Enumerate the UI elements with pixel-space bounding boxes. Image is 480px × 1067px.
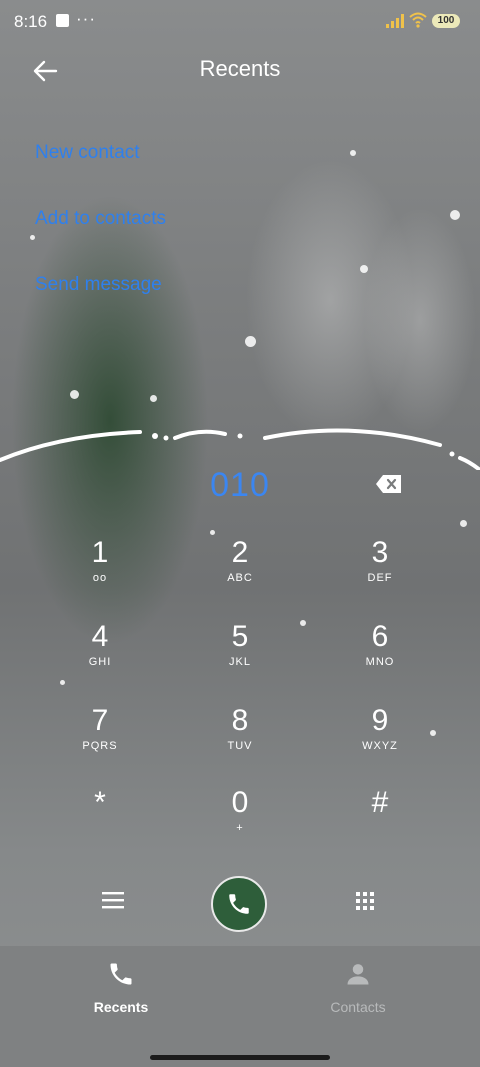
key-0[interactable]: 0 +	[185, 786, 295, 856]
key-9[interactable]: 9 WXYZ	[325, 704, 435, 774]
key-star[interactable]: *	[45, 786, 155, 856]
dialpad-toggle-icon[interactable]	[354, 890, 376, 912]
call-button[interactable]	[211, 876, 267, 932]
person-icon	[347, 964, 369, 985]
key-3[interactable]: 3 DEF	[325, 536, 435, 606]
key-6[interactable]: 6 MNO	[325, 620, 435, 690]
status-bar: 8:16 ··· 100	[0, 0, 480, 44]
notification-icon	[56, 14, 69, 27]
wifi-icon	[409, 12, 427, 28]
bottom-nav: Recents Contacts	[0, 946, 480, 1067]
status-time: 8:16	[14, 12, 48, 31]
key-7[interactable]: 7 PQRS	[45, 704, 155, 774]
tab-recents[interactable]: Recents	[61, 960, 181, 1015]
battery-indicator: 100	[432, 14, 460, 28]
phone-icon	[110, 963, 132, 985]
page-title: Recents	[199, 56, 281, 81]
add-to-contacts-link[interactable]: Add to contacts	[35, 208, 166, 230]
voicemail-icon: oo	[92, 572, 108, 584]
backspace-icon[interactable]	[375, 473, 403, 495]
more-notifications-icon: ···	[76, 9, 96, 28]
tab-contacts-label: Contacts	[330, 999, 386, 1015]
key-hash[interactable]: #	[325, 786, 435, 856]
decorative-curve	[0, 428, 480, 470]
menu-icon[interactable]	[100, 888, 126, 912]
tab-recents-label: Recents	[93, 999, 149, 1015]
signal-icon	[386, 14, 404, 28]
home-indicator[interactable]	[150, 1055, 330, 1060]
key-5[interactable]: 5 JKL	[185, 620, 295, 690]
key-4[interactable]: 4 GHI	[45, 620, 155, 690]
send-message-link[interactable]: Send message	[35, 274, 162, 296]
key-2[interactable]: 2 ABC	[185, 536, 295, 606]
key-1[interactable]: 1 oo	[45, 536, 155, 606]
dialed-number: 010	[210, 466, 270, 504]
tab-contacts[interactable]: Contacts	[298, 960, 418, 1015]
key-8[interactable]: 8 TUV	[185, 704, 295, 774]
phone-icon	[229, 894, 249, 914]
new-contact-link[interactable]: New contact	[35, 142, 140, 164]
